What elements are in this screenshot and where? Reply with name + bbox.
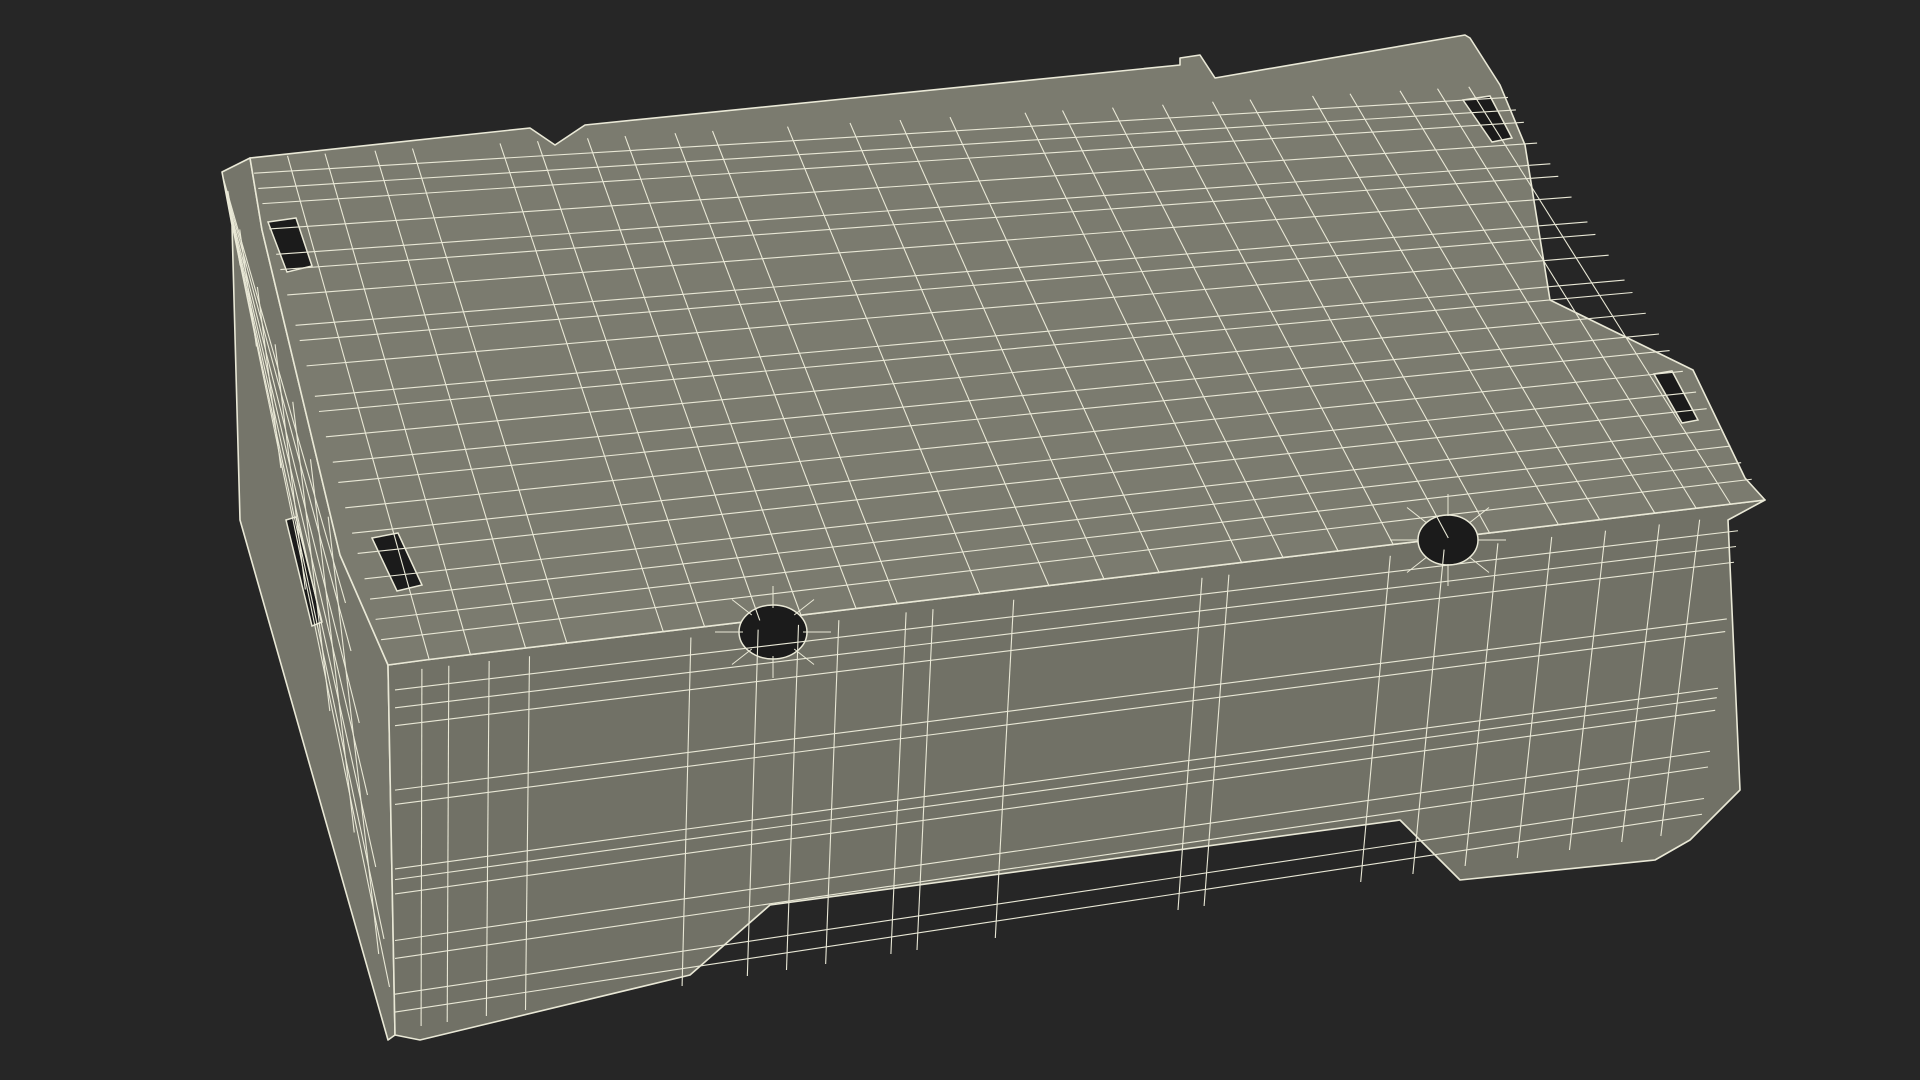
wireframe-scene [0, 0, 1920, 1080]
drain-hole [1417, 514, 1479, 566]
render-viewport [0, 0, 1920, 1080]
